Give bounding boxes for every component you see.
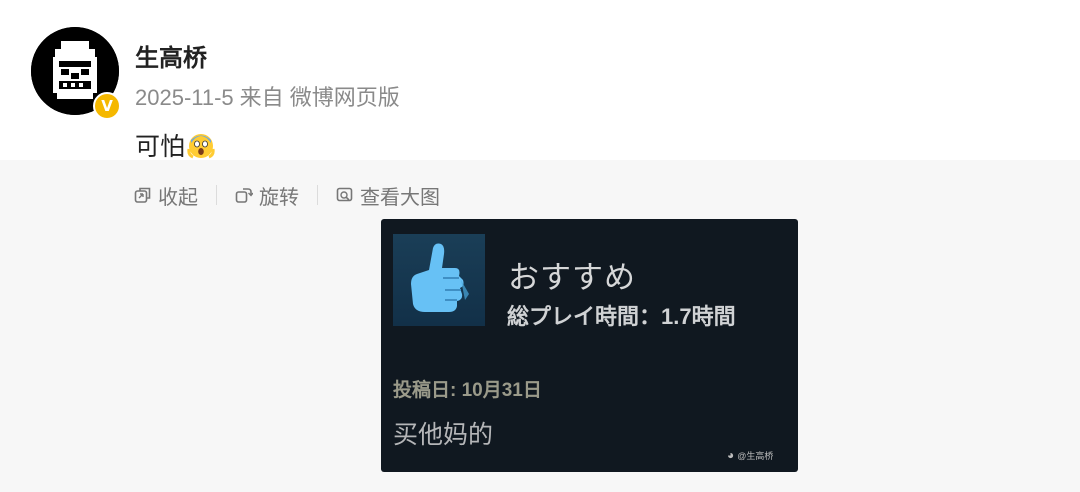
weibo-logo-icon: ◕ xyxy=(727,448,735,462)
post-text: 可怕 xyxy=(135,127,215,163)
view-large-icon xyxy=(336,187,353,202)
post-meta: 2025-11-5 来自 微博网页版 xyxy=(135,80,400,112)
review-text: 买他妈的 xyxy=(393,421,494,449)
scream-emoji-icon xyxy=(187,134,215,159)
post-text-body: 可怕 xyxy=(135,133,186,161)
watermark: ◕ @生高桥 xyxy=(727,448,773,462)
rotate-label: 旋转 xyxy=(259,186,299,209)
rotate-button[interactable]: 旋转 xyxy=(235,181,299,210)
post-source: 来自 微博网页版 xyxy=(239,85,400,110)
thumbs-up-icon xyxy=(411,243,469,312)
verified-badge: V xyxy=(93,92,121,120)
rotate-icon xyxy=(235,188,253,203)
thumb-tile xyxy=(393,234,485,326)
watermark-text: @生高桥 xyxy=(737,450,774,461)
toolbar-divider xyxy=(216,185,217,205)
posted-date: 投稿日: 10月31日 xyxy=(393,380,542,401)
collapse-icon xyxy=(134,187,151,203)
post-date[interactable]: 2025-11-5 xyxy=(135,85,234,110)
collapse-label: 收起 xyxy=(158,186,198,209)
toolbar-divider xyxy=(317,185,318,205)
view-large-button[interactable]: 查看大图 xyxy=(336,181,440,210)
view-large-label: 查看大图 xyxy=(360,186,440,209)
recommendation-title: おすすめ xyxy=(508,260,636,295)
image-toolbar: 收起 旋转 查看大图 xyxy=(134,181,440,210)
playtime: 総プレイ時間：1.7時間 xyxy=(507,304,736,329)
author-name[interactable]: 生高桥 xyxy=(135,38,207,73)
review-image[interactable]: おすすめ 総プレイ時間：1.7時間 投稿日: 10月31日 买他妈的 ◕ @生高… xyxy=(381,219,798,472)
collapse-button[interactable]: 收起 xyxy=(134,181,198,210)
